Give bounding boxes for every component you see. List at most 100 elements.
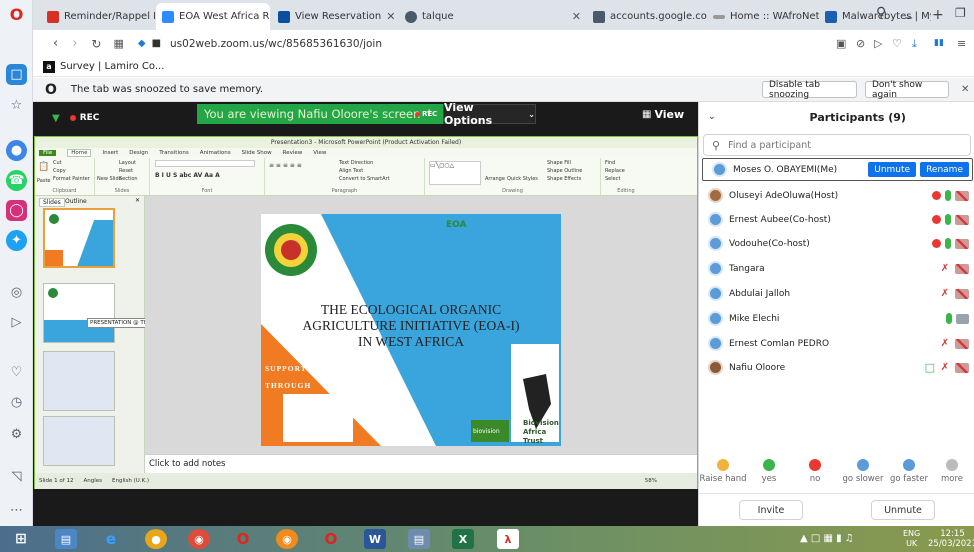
download-icon[interactable]: ⤓	[912, 37, 917, 51]
close-icon[interactable]: ✕	[386, 10, 395, 23]
twitter-icon[interactable]: ✦	[6, 230, 27, 251]
tab-malwarebytes[interactable]: Malwarebytes | My✕	[819, 3, 931, 30]
participant-row[interactable]: Abdulai Jalloh ✗	[699, 282, 974, 305]
close-pane-icon[interactable]: ✕	[135, 197, 140, 204]
close-icon[interactable]: ✕	[572, 10, 581, 23]
list-align-icons[interactable]: ≡ ≡ ≡ ≡ ≡	[269, 162, 302, 169]
clock[interactable]: 12:15 25/03/2021	[928, 529, 974, 549]
tab-google-accounts[interactable]: accounts.google.co✕	[587, 3, 707, 30]
heart-icon[interactable]: ♡	[6, 362, 27, 383]
block-icon[interactable]: ⊘	[856, 37, 865, 50]
chevron-down-icon[interactable]: ⌄	[708, 112, 716, 122]
view-options-button[interactable]: View Options ⌄	[443, 101, 536, 127]
participant-row[interactable]: Vodouhe(Co-host)	[699, 232, 974, 255]
mic-muted-icon[interactable]: ✗	[939, 263, 951, 275]
opera-logo-icon[interactable]: O	[6, 4, 27, 25]
acrobat-icon[interactable]: λ	[497, 529, 519, 549]
arrange-button[interactable]: Arrange	[485, 176, 505, 182]
opera-icon[interactable]: O	[320, 529, 342, 549]
url-text[interactable]: us02web.zoom.us/wc/85685361630/join	[170, 38, 382, 50]
layout-button[interactable]: Layout	[119, 160, 136, 166]
ppt-tab-transitions[interactable]: Transitions	[159, 150, 188, 156]
view-button[interactable]: ▦ View	[642, 107, 694, 121]
forward-icon[interactable]: ›	[72, 36, 77, 51]
opera-gx-icon[interactable]: O	[232, 529, 254, 549]
windows-start-icon[interactable]: ⊞	[10, 529, 32, 549]
reaction-no[interactable]: no	[791, 457, 839, 484]
slide-thumb-1[interactable]: 1	[43, 208, 115, 268]
invite-button[interactable]: Invite	[739, 500, 803, 520]
more-icon[interactable]: ⋯	[6, 500, 27, 521]
mic-on-icon[interactable]	[946, 313, 952, 324]
reload-icon[interactable]: ↻	[91, 37, 101, 51]
ppt-tab-file[interactable]: File	[39, 149, 57, 156]
internet-explorer-icon[interactable]: e	[100, 529, 122, 549]
restore-icon[interactable]: ❐	[955, 6, 966, 20]
reaction-raise-hand[interactable]: Raise hand	[699, 457, 747, 484]
speed-dial-icon[interactable]: □	[6, 64, 27, 85]
participant-row[interactable]: Ernest Comlan PEDRO ✗	[699, 332, 974, 355]
disable-snoozing-button[interactable]: Disable tab snoozing	[762, 80, 857, 100]
news-icon[interactable]: ◹	[6, 466, 27, 487]
tab-eoa[interactable]: EOA West Africa RS✕	[156, 3, 270, 30]
bookmark-survey[interactable]: Survey | Lamiro Co...	[60, 61, 164, 72]
participant-row[interactable]: Nafiu Oloore □ ✗	[699, 356, 974, 379]
ppt-tab-slideshow[interactable]: Slide Show	[242, 150, 272, 156]
cut-button[interactable]: Cut	[53, 160, 62, 166]
battery-icon[interactable]: ▮▮	[934, 38, 944, 48]
replace-button[interactable]: Replace	[605, 168, 625, 174]
heart-icon[interactable]: ♡	[892, 37, 902, 50]
copy-button[interactable]: Copy	[53, 168, 66, 174]
ppt-tab-home[interactable]: Home	[67, 148, 92, 157]
reset-button[interactable]: Reset	[119, 168, 133, 174]
ppt-tab-insert[interactable]: Insert	[102, 150, 118, 156]
tab-talque-close[interactable]: ✕	[469, 3, 587, 30]
minimize-icon[interactable]: _	[905, 3, 912, 19]
convert-smartart-button[interactable]: Convert to SmartArt	[339, 176, 390, 182]
excel-icon[interactable]: X	[452, 529, 474, 549]
font-name-field[interactable]	[155, 160, 255, 167]
search-input[interactable]	[728, 139, 939, 151]
star-icon[interactable]: ☆	[6, 95, 27, 116]
paste-icon[interactable]: 📋	[38, 162, 49, 172]
slide-thumb-2[interactable]: 2	[43, 283, 115, 343]
grid-icon[interactable]: ▦	[113, 37, 123, 50]
language-indicator[interactable]: ENG UK	[903, 529, 920, 549]
new-tab-icon[interactable]: +	[932, 7, 944, 23]
settings-icon[interactable]: ⚙	[6, 424, 27, 445]
thumbs-tab-outline[interactable]: Outline	[65, 198, 87, 205]
text-direction-button[interactable]: Text Direction	[339, 160, 373, 166]
participant-row[interactable]: Ernest Aubee(Co-host)	[699, 208, 974, 231]
player-icon[interactable]: ◎	[6, 282, 27, 303]
new-slide-button[interactable]: New Slide	[97, 176, 122, 182]
slide-thumb-3[interactable]: 3	[43, 351, 115, 411]
history-icon[interactable]: ◷	[6, 392, 27, 413]
mic-on-icon[interactable]	[945, 238, 951, 249]
participant-row[interactable]: Oluseyi AdeOluwa(Host)	[699, 184, 974, 207]
section-button[interactable]: Section	[119, 176, 138, 182]
ppt-tab-review[interactable]: Review	[283, 150, 303, 156]
mic-on-icon[interactable]	[945, 190, 951, 201]
ppt-tab-animations[interactable]: Animations	[200, 150, 231, 156]
word-icon[interactable]: W	[364, 529, 386, 549]
menu-icon[interactable]: ≡	[957, 37, 966, 50]
ppt-tab-design[interactable]: Design	[129, 150, 148, 156]
ppt-tab-view[interactable]: View	[313, 150, 326, 156]
tray-icons[interactable]: ▲ □ ▦ ▮ ♫	[800, 533, 854, 544]
camera-icon[interactable]: ▣	[836, 37, 846, 50]
shapes-gallery[interactable]: ▭╲◻○△	[429, 161, 481, 185]
dont-show-again-button[interactable]: Don't show again	[865, 80, 949, 100]
instagram-icon[interactable]: ◯	[6, 200, 27, 221]
mic-muted-icon[interactable]: ✗	[939, 362, 951, 374]
mic-muted-icon[interactable]: ✗	[939, 338, 951, 350]
messenger-icon[interactable]: ●	[6, 140, 27, 161]
send-icon[interactable]: ▷	[874, 37, 882, 50]
current-slide[interactable]: EOA THE ECOLOGICAL ORGANIC AGRICULTURE I…	[261, 214, 561, 446]
mic-on-icon[interactable]	[945, 214, 951, 225]
unmute-me-button[interactable]: Unmute	[871, 500, 935, 520]
align-text-button[interactable]: Align Text	[339, 168, 363, 174]
back-icon[interactable]: ‹	[53, 36, 58, 51]
reaction-yes[interactable]: yes	[745, 457, 793, 484]
reaction-go-slower[interactable]: go slower	[839, 457, 887, 484]
tab-reminder[interactable]: Reminder/Rappel M✕	[41, 3, 155, 30]
